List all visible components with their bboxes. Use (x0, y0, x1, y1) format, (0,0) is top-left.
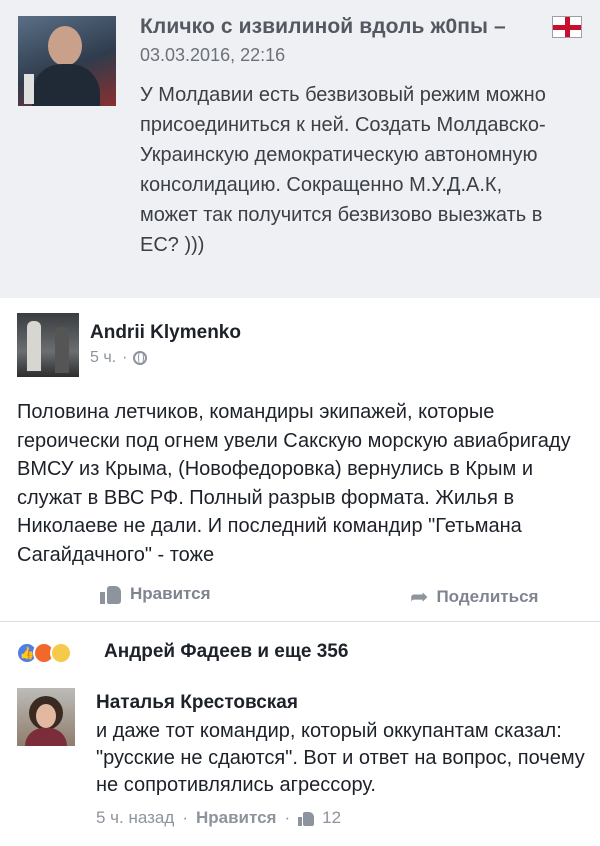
post-time[interactable]: 5 ч. (90, 349, 116, 367)
share-arrow-icon: ➦ (410, 584, 429, 609)
commenter-name[interactable]: Наталья Крестовская (96, 692, 298, 714)
commenter-avatar[interactable] (17, 688, 75, 746)
globe-icon (133, 351, 148, 365)
quoted-timestamp: 03.03.2016, 22:16 (140, 45, 286, 65)
quoted-comment-text: У Молдавии есть безвизовый режим можно п… (140, 84, 546, 256)
sad-reaction-icon (50, 642, 72, 664)
meta-separator: · (122, 349, 128, 366)
like-button-label: Нравится (130, 584, 211, 603)
share-button-label: Поделиться (436, 587, 539, 606)
quoted-author-name[interactable]: Кличко с извилиной вдоль ж0пы – (140, 15, 530, 39)
post-action-bar: Нравится ➦ Поделиться (0, 576, 600, 616)
footer-dot: · (182, 808, 188, 827)
comment-text: и даже тот командир, который оккупантам … (96, 720, 585, 796)
reactions-summary[interactable]: Андрей Фадеев и еще 356 (104, 641, 348, 663)
share-button[interactable]: ➦ Поделиться (410, 584, 538, 610)
comment-like-count[interactable]: 12 (322, 808, 341, 828)
divider (0, 621, 600, 622)
comment-footer: 5 ч. назад · Нравится · 12 (96, 808, 341, 828)
thumbs-up-icon (298, 811, 315, 826)
quoted-author-avatar[interactable] (18, 16, 116, 106)
post-author-avatar[interactable] (17, 313, 79, 377)
post-meta: 5 ч. · (90, 349, 148, 367)
comment-time[interactable]: 5 ч. назад (96, 808, 174, 828)
post-author-name[interactable]: Andrii Klymenko (90, 322, 241, 344)
like-button[interactable]: Нравится (100, 584, 211, 604)
comment-like-button[interactable]: Нравится (196, 808, 277, 828)
footer-dot: · (284, 808, 291, 827)
reaction-icons[interactable]: 👍 (16, 640, 72, 666)
uk-flag-icon (552, 16, 582, 38)
quoted-comment-card: Кличко с извилиной вдоль ж0пы – 03.03.20… (0, 0, 600, 298)
post-text: Половина летчиков, командиры экипажей, к… (17, 401, 571, 566)
thumbs-up-icon (100, 584, 122, 604)
